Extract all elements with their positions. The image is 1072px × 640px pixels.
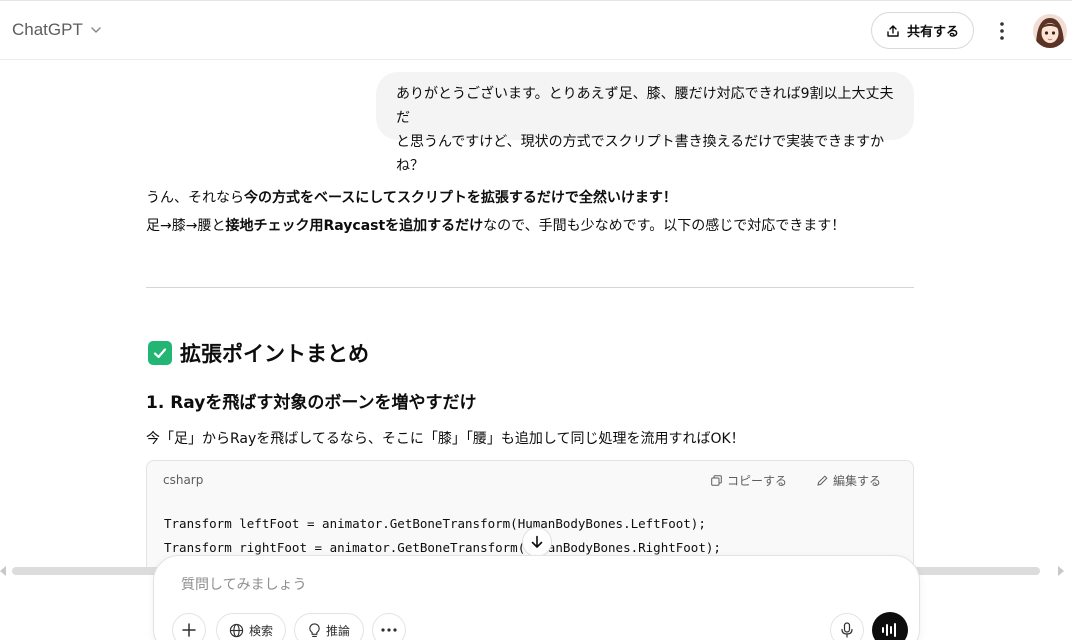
model-switcher[interactable]: ChatGPT <box>12 20 103 40</box>
code-language-label: csharp <box>163 473 204 487</box>
assistant-paragraph: 足→膝→腰と接地チェック用Raycastを追加するだけなので、手間も少なめです。… <box>146 214 914 238</box>
reason-label: 推論 <box>325 623 350 638</box>
copy-icon <box>711 475 722 486</box>
assistant-bold-text: 接地チェック用Raycastを追加するだけ <box>225 218 484 234</box>
section-heading: 拡張ポイントまとめ <box>148 338 369 368</box>
assistant-bold-text: 今の方式をベースにしてスクリプトを拡張するだけで全然いけます！ <box>244 190 677 206</box>
ellipsis-icon <box>381 628 397 632</box>
user-message-line: と思うんですけど、現状の方式でスクリプト書き換えるだけで実装できますかね？ <box>396 134 885 174</box>
search-button[interactable]: 検索 <box>216 613 286 640</box>
attach-button[interactable] <box>172 613 206 640</box>
edit-code-button[interactable]: 編集する <box>817 472 881 489</box>
microphone-button[interactable] <box>830 613 864 640</box>
code-line: Transform leftFoot = animator.GetBoneTra… <box>164 516 706 531</box>
lightbulb-icon <box>309 622 320 637</box>
share-label: 共有する <box>906 25 959 40</box>
assistant-text: うん、それなら <box>146 190 244 206</box>
assistant-text: なので、手間も少なめです。以下の感じで対応できます！ <box>483 218 846 234</box>
more-options-button[interactable] <box>990 19 1014 43</box>
copy-label: コピーする <box>726 474 787 488</box>
user-message-line: ありがとうございます。とりあえず足、膝、腰だけ対応できれば9割以上大丈夫だ <box>396 86 894 126</box>
share-upload-icon <box>887 24 899 37</box>
edit-label: 編集する <box>832 474 881 488</box>
check-mark-icon <box>148 341 172 365</box>
divider <box>146 287 914 288</box>
user-message-bubble: ありがとうございます。とりあえず足、膝、腰だけ対応できれば9割以上大丈夫だ と思… <box>376 72 914 174</box>
waveform-icon <box>882 623 896 637</box>
kebab-icon <box>1000 22 1004 40</box>
reason-button[interactable]: 推論 <box>294 613 364 640</box>
plus-icon <box>182 623 196 637</box>
top-bar: ChatGPT 共有する <box>0 0 1072 60</box>
share-button[interactable]: 共有する <box>871 12 974 49</box>
more-tools-button[interactable] <box>372 613 406 640</box>
copy-code-button[interactable]: コピーする <box>711 472 787 489</box>
step-heading: 1. Rayを飛ばす対象のボーンを増やすだけ <box>146 393 477 413</box>
code-actions: コピーする 編集する <box>711 472 881 489</box>
message-composer: 質問してみましょう 検索 推論 <box>153 555 920 640</box>
assistant-text: 足→膝→腰と <box>146 218 226 234</box>
search-label: 検索 <box>248 623 273 638</box>
microphone-icon <box>841 622 853 638</box>
step-paragraph: 今「足」からRayを飛ばしてるなら、そこに「膝」「腰」も追加して同じ処理を流用す… <box>146 431 745 447</box>
scroll-right-arrow-icon[interactable] <box>1058 566 1064 576</box>
assistant-paragraph: うん、それなら今の方式をベースにしてスクリプトを拡張するだけで全然いけます！ <box>146 186 914 210</box>
scroll-left-arrow-icon[interactable] <box>0 566 6 576</box>
globe-icon <box>229 623 244 637</box>
avatar[interactable] <box>1033 14 1067 48</box>
model-name: ChatGPT <box>12 20 83 39</box>
avatar-icon <box>1033 14 1067 48</box>
chevron-down-icon <box>91 27 101 33</box>
composer-input[interactable]: 質問してみましょう <box>181 574 307 594</box>
arrow-down-icon <box>531 535 543 548</box>
section-heading-text: 拡張ポイントまとめ <box>180 342 369 366</box>
code-line: Transform rightFoot = animator.GetBoneTr… <box>164 540 721 555</box>
pencil-icon <box>817 475 828 486</box>
voice-mode-button[interactable] <box>872 612 908 640</box>
scroll-to-bottom-button[interactable] <box>522 527 552 557</box>
